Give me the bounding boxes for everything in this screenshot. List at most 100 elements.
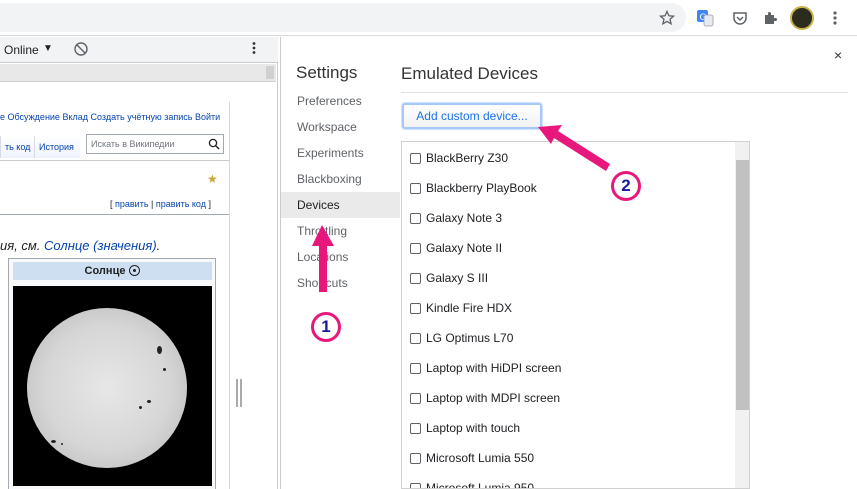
ruler-handle[interactable] xyxy=(266,66,274,79)
device-item[interactable]: Galaxy Note 3 xyxy=(410,208,502,228)
checkbox[interactable] xyxy=(410,152,421,164)
wiki-search-input[interactable]: Искать в Википедии xyxy=(86,134,224,154)
device-label: Blackberry PlayBook xyxy=(426,181,537,195)
badge-1: 1 xyxy=(311,312,341,342)
search-icon[interactable] xyxy=(208,138,220,152)
device-label: Galaxy Note II xyxy=(426,241,503,255)
settings-title: Settings xyxy=(296,63,358,82)
divider xyxy=(0,160,229,161)
settings-pane: × Settings Preferences Workspace Experim… xyxy=(280,37,857,489)
sunspot xyxy=(157,346,162,354)
device-item[interactable]: Microsoft Lumia 950 xyxy=(410,478,535,489)
checkbox[interactable] xyxy=(410,272,421,284)
divider xyxy=(401,92,848,93)
device-item[interactable]: Laptop with touch xyxy=(410,418,520,438)
wiki-personal-links[interactable]: е Обсуждение Вклад Создать учётную запис… xyxy=(0,112,229,122)
device-label: Laptop with MDPI screen xyxy=(426,391,561,405)
address-bar[interactable] xyxy=(0,3,686,32)
device-list: BlackBerry Z30 Blackberry PlayBook Galax… xyxy=(401,141,750,489)
device-item[interactable]: Microsoft Lumia 550 xyxy=(410,448,534,468)
badge-2: 2 xyxy=(611,171,641,201)
disambig-suffix: . xyxy=(156,238,161,253)
tab-edit-code[interactable]: ть код xyxy=(0,136,34,158)
device-menu-icon[interactable] xyxy=(252,41,256,58)
checkbox[interactable] xyxy=(410,392,421,404)
device-label: BlackBerry Z30 xyxy=(426,151,509,165)
scroll-thumb[interactable] xyxy=(736,160,749,410)
checkbox[interactable] xyxy=(410,332,421,344)
device-toolbar: Online ▼ xyxy=(0,37,278,63)
device-label: Kindle Fire HDX xyxy=(426,301,513,315)
device-label: Microsoft Lumia 550 xyxy=(426,451,535,465)
sunspot xyxy=(51,440,56,443)
rotate-icon[interactable] xyxy=(73,41,89,60)
nav-blackboxing[interactable]: Blackboxing xyxy=(281,166,400,192)
resize-handle[interactable] xyxy=(236,379,242,407)
device-label: LG Optimus L70 xyxy=(426,331,514,345)
panel-title: Emulated Devices xyxy=(401,64,539,83)
nav-preferences[interactable]: Preferences xyxy=(281,88,400,114)
separator: | xyxy=(148,199,156,209)
checkbox[interactable] xyxy=(410,242,421,254)
device-item[interactable]: Laptop with MDPI screen xyxy=(410,388,560,408)
checkbox[interactable] xyxy=(410,362,421,374)
nav-workspace[interactable]: Workspace xyxy=(281,114,400,140)
device-item[interactable]: Laptop with HiDPI screen xyxy=(410,358,561,378)
device-item[interactable]: Kindle Fire HDX xyxy=(410,298,512,318)
puzzle-icon[interactable] xyxy=(759,7,781,29)
device-item[interactable]: Galaxy S III xyxy=(410,268,488,288)
device-label: Laptop with touch xyxy=(426,421,521,435)
pocket-icon[interactable] xyxy=(729,7,751,29)
device-label: Laptop with HiDPI screen xyxy=(426,361,562,375)
edit-link[interactable]: править xyxy=(115,199,149,209)
tab-history[interactable]: История xyxy=(34,136,80,158)
nav-experiments[interactable]: Experiments xyxy=(281,140,400,166)
nav-locations[interactable]: Locations xyxy=(281,244,400,270)
browser-toolbar: G xyxy=(0,0,857,36)
checkbox[interactable] xyxy=(410,452,421,464)
sunspot xyxy=(139,406,142,409)
device-label: Galaxy S III xyxy=(426,271,489,285)
device-label: Microsoft Lumia 950 xyxy=(426,481,535,489)
translate-icon[interactable]: G xyxy=(694,7,716,29)
device-item[interactable]: Galaxy Note II xyxy=(410,238,502,258)
chevron-down-icon[interactable]: ▼ xyxy=(43,43,53,54)
checkbox[interactable] xyxy=(410,482,421,488)
search-placeholder: Искать в Википедии xyxy=(91,139,175,149)
sun-symbol-icon xyxy=(129,265,141,276)
nav-shortcuts[interactable]: Shortcuts xyxy=(281,270,400,296)
checkbox[interactable] xyxy=(410,182,421,194)
close-icon[interactable]: × xyxy=(834,47,842,63)
kebab-icon[interactable] xyxy=(824,7,846,29)
sunspot xyxy=(163,368,166,371)
device-label: Galaxy Note 3 xyxy=(426,211,503,225)
section-edit-links: [ править | править код ] xyxy=(110,199,211,209)
device-item[interactable]: Blackberry PlayBook xyxy=(410,178,537,198)
checkbox[interactable] xyxy=(410,212,421,224)
device-item[interactable]: BlackBerry Z30 xyxy=(410,148,508,168)
device-item[interactable]: LG Optimus L70 xyxy=(410,328,513,348)
scrollbar[interactable] xyxy=(735,142,749,488)
edit-code-link[interactable]: править код xyxy=(156,199,206,209)
nav-throttling[interactable]: Throttling xyxy=(281,218,400,244)
star-icon: ★ xyxy=(207,172,218,186)
disambig-link[interactable]: Солнце (значения) xyxy=(44,238,157,253)
throttling-select[interactable]: Online xyxy=(4,43,39,57)
avatar[interactable] xyxy=(790,6,814,30)
sunspot xyxy=(147,400,151,403)
nav-devices[interactable]: Devices xyxy=(281,192,400,218)
divider xyxy=(0,214,229,215)
checkbox[interactable] xyxy=(410,302,421,314)
infobox-title-text: Солнце xyxy=(84,265,126,277)
infobox: Солнце xyxy=(8,258,216,489)
disambiguation-note: ия, см. Солнце (значения). xyxy=(0,238,160,253)
device-viewport-pane: Online ▼ е Обсуждение Вклад Создать учёт… xyxy=(0,37,278,489)
checkbox[interactable] xyxy=(410,422,421,434)
ruler-bar xyxy=(0,64,276,82)
sun-disc xyxy=(27,308,187,468)
star-icon[interactable] xyxy=(656,7,678,29)
sun-image[interactable] xyxy=(13,286,212,486)
add-custom-device-button[interactable]: Add custom device... xyxy=(402,103,542,129)
infobox-title: Солнце xyxy=(13,262,212,280)
page-viewport: е Обсуждение Вклад Создать учётную запис… xyxy=(0,102,230,489)
